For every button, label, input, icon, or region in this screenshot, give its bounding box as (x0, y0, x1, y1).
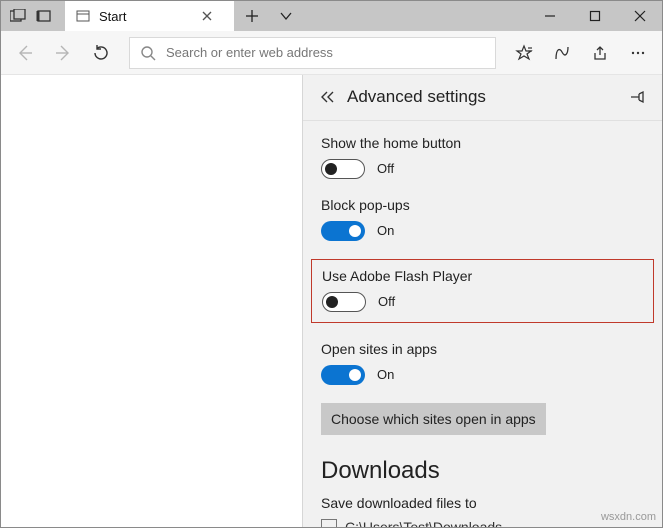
open-sites-apps-toggle[interactable] (321, 365, 365, 385)
home-button-toggle[interactable] (321, 159, 365, 179)
panel-title: Advanced settings (347, 87, 624, 107)
toggle-state: On (377, 367, 394, 382)
share-button[interactable] (582, 35, 618, 71)
minimize-button[interactable] (527, 1, 572, 31)
folder-icon (321, 519, 337, 527)
block-popups-toggle[interactable] (321, 221, 365, 241)
panel-body: Show the home button Off Block pop-ups O… (303, 121, 662, 527)
task-view-icon[interactable] (5, 1, 31, 31)
choose-sites-button[interactable]: Choose which sites open in apps (321, 403, 546, 435)
new-tab-button[interactable] (235, 1, 269, 31)
address-bar[interactable]: Search or enter web address (129, 37, 496, 69)
navigation-toolbar: Search or enter web address (1, 31, 662, 75)
search-icon (140, 45, 156, 61)
watermark: wsxdn.com (601, 511, 656, 523)
toggle-state: Off (378, 294, 395, 309)
setting-label: Block pop-ups (321, 197, 644, 213)
new-tab-area (235, 1, 303, 31)
browser-window: Start (0, 0, 663, 528)
favorites-button[interactable] (506, 35, 542, 71)
download-path-row: C:\Users\Test\Downloads (321, 519, 644, 527)
reading-list-button[interactable] (544, 35, 580, 71)
back-button[interactable] (7, 35, 43, 71)
toggle-state: On (377, 223, 394, 238)
panel-header: Advanced settings (303, 75, 662, 121)
maximize-button[interactable] (572, 1, 617, 31)
setting-open-sites-apps: Open sites in apps On (321, 341, 644, 385)
address-placeholder: Search or enter web address (166, 45, 333, 60)
more-button[interactable] (620, 35, 656, 71)
titlebar-left-icons (1, 1, 61, 31)
tab-actions-dropdown[interactable] (269, 1, 303, 31)
window-controls (527, 1, 662, 31)
content-area: Advanced settings Show the home button O… (1, 75, 662, 527)
setting-home-button: Show the home button Off (321, 135, 644, 179)
refresh-button[interactable] (83, 35, 119, 71)
flash-toggle[interactable] (322, 292, 366, 312)
close-window-button[interactable] (617, 1, 662, 31)
panel-pin-button[interactable] (624, 84, 650, 110)
highlight-box: Use Adobe Flash Player Off (311, 259, 654, 323)
toggle-state: Off (377, 161, 394, 176)
setting-label: Use Adobe Flash Player (322, 268, 643, 284)
setting-block-popups: Block pop-ups On (321, 197, 644, 241)
forward-button[interactable] (45, 35, 81, 71)
settings-panel: Advanced settings Show the home button O… (302, 75, 662, 527)
set-aside-tabs-icon[interactable] (31, 1, 57, 31)
downloads-heading: Downloads (321, 457, 644, 485)
tab-title: Start (99, 9, 202, 24)
tab-close-button[interactable] (202, 11, 226, 21)
download-path: C:\Users\Test\Downloads (345, 519, 502, 527)
panel-back-button[interactable] (315, 84, 341, 110)
setting-label: Open sites in apps (321, 341, 644, 357)
setting-label: Show the home button (321, 135, 644, 151)
tab-strip: Start (65, 1, 235, 31)
titlebar: Start (1, 1, 662, 31)
tab-favicon (75, 8, 91, 24)
setting-flash: Use Adobe Flash Player Off (322, 268, 643, 312)
tab-start[interactable]: Start (65, 1, 235, 31)
save-files-label: Save downloaded files to (321, 495, 644, 511)
